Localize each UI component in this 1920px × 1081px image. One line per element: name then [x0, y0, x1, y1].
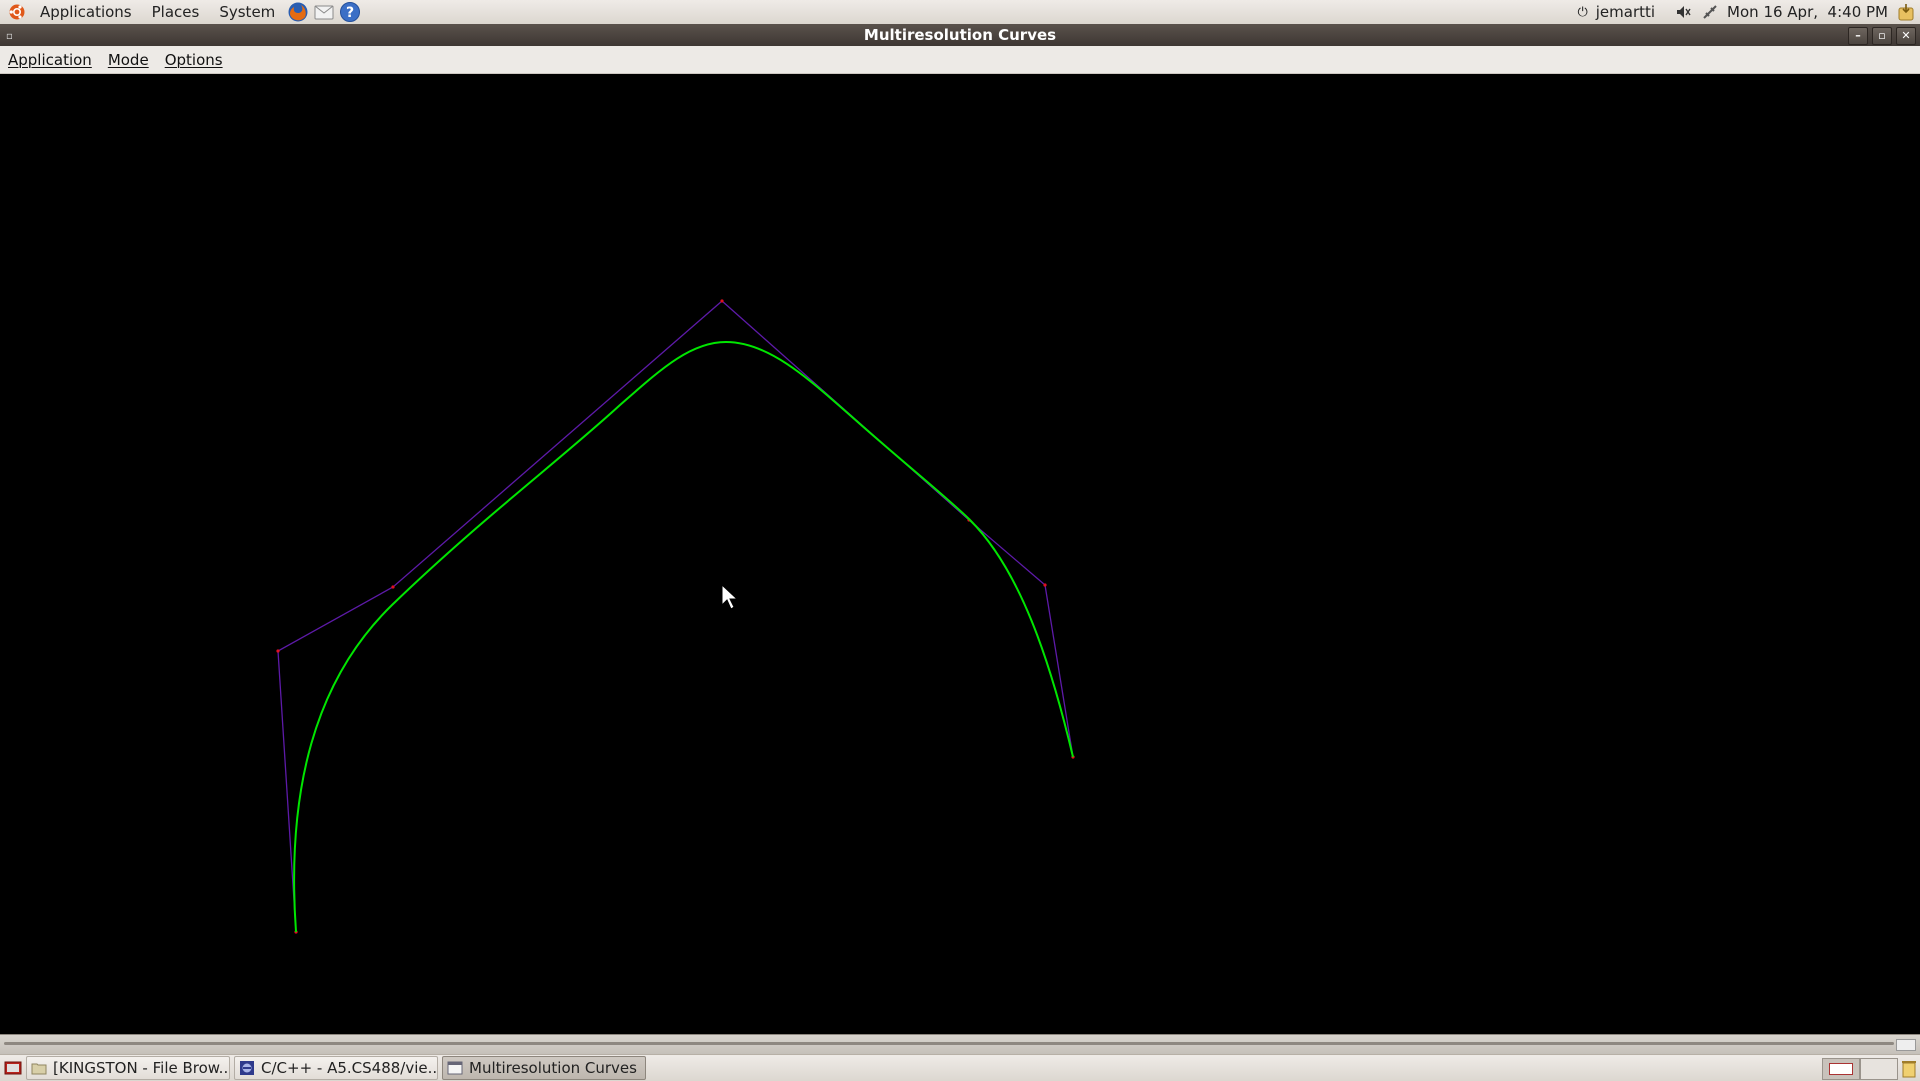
task-label: Multiresolution Curves [469, 1059, 637, 1077]
control-point [276, 649, 280, 653]
control-point [391, 585, 395, 589]
workspace-switcher[interactable] [1822, 1058, 1898, 1080]
curve-drawing[interactable] [0, 74, 1920, 1034]
task-file-browser[interactable]: [KINGSTON - File Brow... [26, 1056, 230, 1080]
task-label: C/C++ - A5.CS488/vie... [261, 1059, 438, 1077]
power-icon[interactable]: ⏻ [1577, 5, 1587, 20]
window-title: Multiresolution Curves [863, 26, 1057, 44]
minimize-button[interactable]: – [1848, 27, 1868, 45]
mail-icon[interactable] [313, 1, 335, 23]
workspace-2[interactable] [1860, 1058, 1898, 1080]
app-menu-bar: Application Mode Options [0, 46, 1920, 74]
scroll-track[interactable] [4, 1042, 1894, 1045]
folder-icon [31, 1063, 47, 1075]
volume-icon[interactable] [1675, 3, 1693, 21]
svg-text:?: ? [346, 5, 354, 21]
logout-icon[interactable] [1896, 2, 1916, 22]
show-desktop-icon[interactable] [4, 1059, 22, 1077]
task-multiresolution-curves[interactable]: Multiresolution Curves [442, 1056, 646, 1080]
control-point [720, 299, 724, 303]
task-label: [KINGSTON - File Brow... [53, 1059, 230, 1077]
top-panel: Applications Places System ? ⏻ jemartti … [0, 0, 1920, 25]
control-points[interactable] [276, 299, 1075, 934]
scroll-grip[interactable] [1896, 1039, 1916, 1051]
eclipse-icon [240, 1061, 254, 1075]
bottom-scrollbar[interactable] [0, 1034, 1920, 1055]
close-button[interactable]: ✕ [1896, 27, 1916, 45]
firefox-icon[interactable] [287, 1, 309, 23]
network-icon[interactable] [1701, 3, 1719, 21]
maximize-button[interactable]: ▫ [1872, 27, 1892, 45]
help-icon[interactable]: ? [339, 1, 361, 23]
window-title-bar[interactable]: ▫ Multiresolution Curves – ▫ ✕ [0, 24, 1920, 46]
applications-menu[interactable]: Applications [30, 0, 142, 24]
window-icon [447, 1061, 463, 1075]
mouse-cursor-icon [721, 583, 739, 610]
workspace-1[interactable] [1822, 1058, 1860, 1080]
menu-application[interactable]: Application [0, 51, 100, 69]
bottom-taskbar: [KINGSTON - File Brow... C/C++ - A5.CS48… [0, 1054, 1920, 1081]
control-polygon [277, 300, 1074, 933]
control-point [1043, 583, 1047, 587]
trash-icon[interactable] [1900, 1058, 1918, 1078]
menu-options[interactable]: Options [157, 51, 231, 69]
system-menu[interactable]: System [209, 0, 285, 24]
user-name[interactable]: jemartti [1596, 3, 1655, 21]
b-spline-curve [293, 340, 1074, 933]
ubuntu-logo-icon[interactable] [8, 3, 26, 21]
task-eclipse[interactable]: C/C++ - A5.CS488/vie... [234, 1056, 438, 1080]
places-menu[interactable]: Places [142, 0, 210, 24]
window-menu-icon[interactable]: ▫ [6, 26, 13, 48]
menu-mode[interactable]: Mode [100, 51, 157, 69]
clock[interactable]: Mon 16 Apr, 4:40 PM [1727, 3, 1888, 21]
drawing-canvas[interactable] [0, 74, 1920, 1034]
